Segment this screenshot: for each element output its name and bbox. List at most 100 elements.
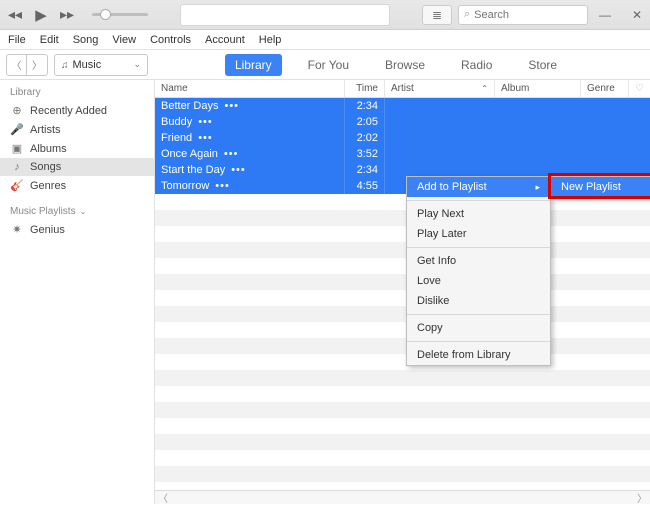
separator (407, 341, 550, 342)
song-time-cell: 2:05 (345, 114, 385, 130)
more-icon[interactable]: ••• (231, 164, 246, 176)
chevron-down-icon: ⌄ (80, 207, 87, 216)
heart-icon: ♡ (635, 83, 644, 94)
sidebar-header-playlists[interactable]: Music Playlists ⌄ (0, 203, 154, 220)
sidebar-item-label: Albums (30, 143, 67, 155)
more-icon[interactable]: ••• (198, 116, 213, 128)
column-artist[interactable]: Artist⌃ (385, 80, 495, 97)
forward-button[interactable]: 〉 (27, 55, 47, 75)
play-button[interactable]: ▶ (32, 6, 50, 24)
ctx-copy[interactable]: Copy (407, 318, 550, 338)
sidebar: Library ⊕ Recently Added 🎤 Artists ▣ Albums… (0, 80, 155, 504)
search-input[interactable] (474, 9, 616, 21)
dropdown-icon: ⌄ (133, 59, 141, 70)
table-row (155, 322, 650, 338)
sidebar-item-label: Songs (30, 161, 61, 173)
sidebar-item-artists[interactable]: 🎤 Artists (0, 120, 154, 139)
minimize-button[interactable]: — (598, 8, 612, 22)
note-icon: ♪ (10, 161, 24, 173)
table-row[interactable]: Friend•••2:02 (155, 130, 650, 146)
scroll-left-icon[interactable]: 〈 (155, 490, 171, 505)
sidebar-item-genres[interactable]: 🎸 Genres (0, 176, 154, 195)
sidebar-item-label: Artists (30, 124, 61, 136)
song-name-cell: Start the Day••• (155, 162, 345, 178)
column-time[interactable]: Time (345, 80, 385, 97)
sidebar-header-library: Library (0, 84, 154, 101)
ctx-love[interactable]: Love (407, 271, 550, 291)
sidebar-item-label: Genres (30, 180, 66, 192)
sidebar-item-recently-added[interactable]: ⊕ Recently Added (0, 101, 154, 120)
back-button[interactable]: 〈 (7, 55, 27, 75)
volume-slider[interactable] (92, 13, 148, 16)
table-row (155, 226, 650, 242)
next-track-button[interactable]: ▸▸ (58, 6, 76, 23)
table-row (155, 466, 650, 482)
table-row (155, 418, 650, 434)
prev-track-button[interactable]: ◂◂ (6, 6, 24, 23)
tab-library[interactable]: Library (225, 54, 282, 76)
sidebar-item-label: Genius (30, 224, 65, 236)
more-icon[interactable]: ••• (224, 148, 239, 160)
up-next-button[interactable]: ≣ (422, 5, 452, 25)
clock-icon: ⊕ (10, 104, 24, 117)
table-row (155, 450, 650, 466)
column-name[interactable]: Name (155, 80, 345, 97)
ctx-dislike[interactable]: Dislike (407, 291, 550, 311)
sidebar-item-albums[interactable]: ▣ Albums (0, 139, 154, 158)
source-label: Music (73, 59, 102, 71)
menu-help[interactable]: Help (259, 34, 282, 46)
menu-edit[interactable]: Edit (40, 34, 59, 46)
column-genre[interactable]: Genre (581, 80, 629, 97)
tab-store[interactable]: Store (518, 54, 567, 76)
column-love[interactable]: ♡ (629, 80, 650, 97)
sidebar-item-label: Recently Added (30, 105, 107, 117)
song-time-cell: 2:34 (345, 162, 385, 178)
ctx-get-info[interactable]: Get Info (407, 251, 550, 271)
ctx-add-to-playlist[interactable]: Add to Playlist ▸ (407, 177, 550, 197)
table-row[interactable]: Better Days•••2:34 (155, 98, 650, 114)
album-icon: ▣ (10, 142, 24, 155)
music-icon: ♫ (61, 60, 69, 71)
search-container[interactable]: ⌕ (458, 5, 588, 25)
song-time-cell: 2:02 (345, 130, 385, 146)
tab-radio[interactable]: Radio (451, 54, 502, 76)
scroll-right-icon[interactable]: 〉 (634, 490, 650, 505)
table-row[interactable]: Once Again•••3:52 (155, 146, 650, 162)
more-icon[interactable]: ••• (198, 132, 213, 144)
source-select[interactable]: ♫ Music ⌄ (54, 54, 148, 76)
table-row (155, 402, 650, 418)
horizontal-scrollbar[interactable]: 〈 〉 (155, 490, 650, 504)
guitar-icon: 🎸 (10, 179, 24, 192)
menu-bar: File Edit Song View Controls Account Hel… (0, 30, 650, 50)
maximize-button[interactable] (614, 8, 628, 22)
close-button[interactable]: ✕ (630, 8, 644, 22)
mic-icon: 🎤 (10, 123, 24, 136)
column-album[interactable]: Album (495, 80, 581, 97)
song-name-cell: Friend••• (155, 130, 345, 146)
sidebar-item-songs[interactable]: ♪ Songs (0, 158, 154, 176)
menu-account[interactable]: Account (205, 34, 245, 46)
song-name-cell: Tomorrow••• (155, 178, 345, 194)
separator (407, 200, 550, 201)
search-icon: ⌕ (464, 8, 470, 21)
sort-asc-icon: ⌃ (481, 84, 488, 93)
tab-browse[interactable]: Browse (375, 54, 435, 76)
tab-for-you[interactable]: For You (298, 54, 359, 76)
more-icon[interactable]: ••• (215, 180, 230, 192)
menu-controls[interactable]: Controls (150, 34, 191, 46)
menu-song[interactable]: Song (73, 34, 99, 46)
more-icon[interactable]: ••• (224, 100, 239, 112)
menu-file[interactable]: File (8, 34, 26, 46)
ctx-play-next[interactable]: Play Next (407, 204, 550, 224)
table-row (155, 290, 650, 306)
sidebar-item-genius[interactable]: ✷Genius (0, 220, 154, 239)
song-time-cell: 2:34 (345, 98, 385, 114)
ctx-new-playlist[interactable]: New Playlist (551, 177, 650, 197)
column-header-row: Name Time Artist⌃ Album Genre ♡ (155, 80, 650, 98)
table-row (155, 386, 650, 402)
menu-view[interactable]: View (112, 34, 136, 46)
table-row[interactable]: Buddy•••2:05 (155, 114, 650, 130)
ctx-delete[interactable]: Delete from Library (407, 345, 550, 365)
table-row (155, 434, 650, 450)
ctx-play-later[interactable]: Play Later (407, 224, 550, 244)
